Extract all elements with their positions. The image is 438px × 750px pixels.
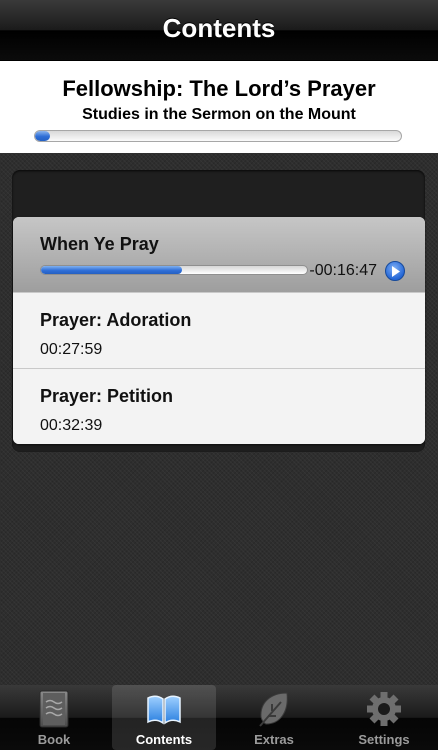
track-duration: 00:32:39: [40, 417, 103, 434]
tab-label: Extras: [254, 732, 294, 747]
time-remaining: -00:16:47: [309, 262, 377, 279]
track-title: When Ye Pray: [40, 234, 159, 254]
tab-label: Book: [37, 732, 71, 747]
tab-contents[interactable]: Contents: [112, 685, 216, 750]
track-row-when-ye-pray[interactable]: When Ye Pray -00:16:47: [13, 217, 425, 293]
track-duration: 00:27:59: [40, 341, 103, 358]
tab-bar: Book Contents Extras Settings: [0, 685, 438, 750]
page-title: Contents: [162, 13, 276, 43]
track-row-prayer-adoration[interactable]: Prayer: Adoration 00:27:59: [13, 293, 425, 369]
gear-icon: [367, 692, 401, 726]
track-list: When Ye Pray -00:16:47 Prayer: Adoration…: [13, 217, 425, 444]
book-header: Fellowship: The Lord’s Prayer Studies in…: [0, 61, 438, 153]
book-title: Fellowship: The Lord’s Prayer: [62, 76, 376, 101]
play-icon[interactable]: [385, 261, 405, 281]
tab-label: Settings: [358, 732, 410, 747]
leaf-icon: [259, 692, 288, 727]
tab-settings[interactable]: Settings: [332, 685, 436, 750]
tab-label: Contents: [135, 732, 193, 747]
overall-progress-fill: [35, 131, 50, 141]
tab-extras[interactable]: Extras: [222, 685, 326, 750]
track-progress-fill: [41, 266, 182, 274]
track-row-prayer-petition[interactable]: Prayer: Petition 00:32:39: [13, 369, 425, 444]
overall-progress-bar: [34, 130, 402, 142]
nav-bar: Contents: [0, 0, 438, 61]
open-book-icon: [147, 695, 181, 725]
track-title: Prayer: Petition: [40, 386, 174, 406]
track-progress-bar[interactable]: [40, 265, 308, 275]
tab-book[interactable]: Book: [2, 685, 106, 750]
book-subtitle: Studies in the Sermon on the Mount: [82, 106, 356, 123]
track-title: Prayer: Adoration: [40, 310, 192, 330]
book-icon: [39, 690, 69, 728]
